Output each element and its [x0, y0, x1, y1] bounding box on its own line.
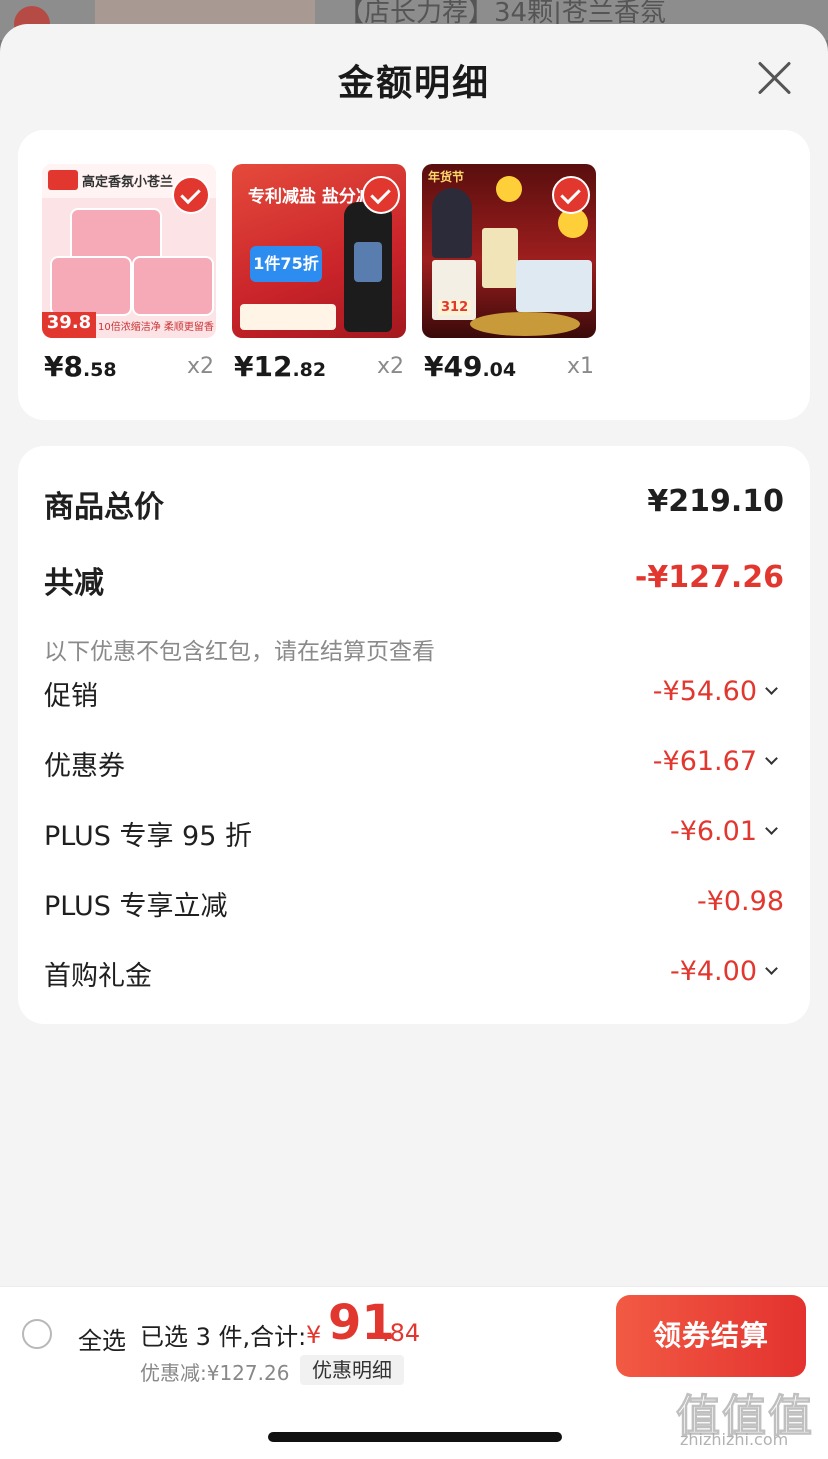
product-quantity: x2 — [376, 354, 404, 379]
product-quantity: x2 — [186, 354, 214, 379]
product-image: 高定香氛小苍兰 39.8 10倍浓缩洁净 柔顺更留香 — [42, 164, 216, 338]
product-image: 专利减盐 盐分减半 1件75折 — [232, 164, 406, 338]
discount-note: 以下优惠不包含红包，请在结算页查看 — [44, 639, 435, 665]
chevron-down-icon — [765, 752, 778, 765]
total-amount-decimal: .84 — [382, 1319, 421, 1347]
close-icon[interactable] — [754, 58, 794, 98]
chevron-down-icon — [765, 682, 778, 695]
coupon-value[interactable]: -¥61.67 — [653, 746, 778, 777]
select-all-radio[interactable] — [22, 1319, 52, 1349]
checkout-button[interactable]: 领券结算 — [616, 1295, 806, 1377]
brand-logo — [48, 170, 78, 190]
first-purchase-value[interactable]: -¥4.00 — [670, 956, 778, 987]
promotion-value[interactable]: -¥54.60 — [653, 676, 778, 707]
discount-detail-button[interactable]: 优惠明细 — [300, 1355, 404, 1385]
image-text: 高定香氛小苍兰 — [82, 175, 174, 190]
product-price: ¥8.58 — [44, 350, 117, 383]
select-all-label[interactable]: 全选 — [78, 1321, 126, 1356]
amount-detail-sheet: 金额明细 高定香氛小苍兰 39.8 10倍浓缩洁净 柔顺更留香 ¥8.58 x2… — [0, 24, 828, 1458]
total-discount-label: 共减 — [44, 566, 104, 601]
goods-total-value: ¥219.10 — [647, 484, 784, 519]
check-icon — [172, 176, 210, 214]
total-discount-value: -¥127.26 — [634, 560, 784, 595]
goods-total-label: 商品总价 — [44, 490, 164, 525]
plus-95-label: PLUS 专享 95 折 — [44, 821, 252, 852]
product-price: ¥49.04 — [424, 350, 517, 383]
total-currency: ¥ — [306, 1321, 322, 1349]
image-text: 年货节 — [428, 170, 465, 184]
plus-instant-value: -¥0.98 — [696, 886, 784, 917]
product-image: 年货节 312 — [422, 164, 596, 338]
chevron-down-icon — [765, 962, 778, 975]
bottle-graphic — [344, 202, 392, 332]
price-summary-card: 商品总价 ¥219.10 共减 -¥127.26 以下优惠不包含红包，请在结算页… — [18, 446, 810, 1024]
watermark-url: zhizhizhi.com — [680, 1430, 789, 1449]
plus-95-value[interactable]: -¥6.01 — [670, 816, 778, 847]
coupon-label: 优惠券 — [44, 751, 125, 782]
check-icon — [552, 176, 590, 214]
selected-count-text: 已选 3 件,合计: — [140, 1323, 307, 1351]
image-price-tag: 39.8 — [42, 312, 96, 338]
discount-amount-text: 优惠减:¥127.26 — [140, 1361, 290, 1385]
image-price-tag: 312 — [438, 300, 472, 315]
first-purchase-label: 首购礼金 — [44, 961, 152, 992]
sheet-title: 金额明细 — [337, 63, 490, 104]
plus-instant-label: PLUS 专享立减 — [44, 891, 228, 922]
promotion-label: 促销 — [44, 681, 98, 712]
home-indicator[interactable] — [268, 1432, 562, 1442]
image-footer-text: 10倍浓缩洁净 柔顺更留香 — [98, 322, 214, 333]
image-discount-badge: 1件75折 — [250, 246, 322, 282]
product-price: ¥12.82 — [234, 350, 327, 383]
check-icon — [362, 176, 400, 214]
product-quantity: x1 — [566, 354, 594, 379]
products-card: 高定香氛小苍兰 39.8 10倍浓缩洁净 柔顺更留香 ¥8.58 x2 专利减盐… — [18, 130, 810, 420]
chevron-down-icon — [765, 822, 778, 835]
